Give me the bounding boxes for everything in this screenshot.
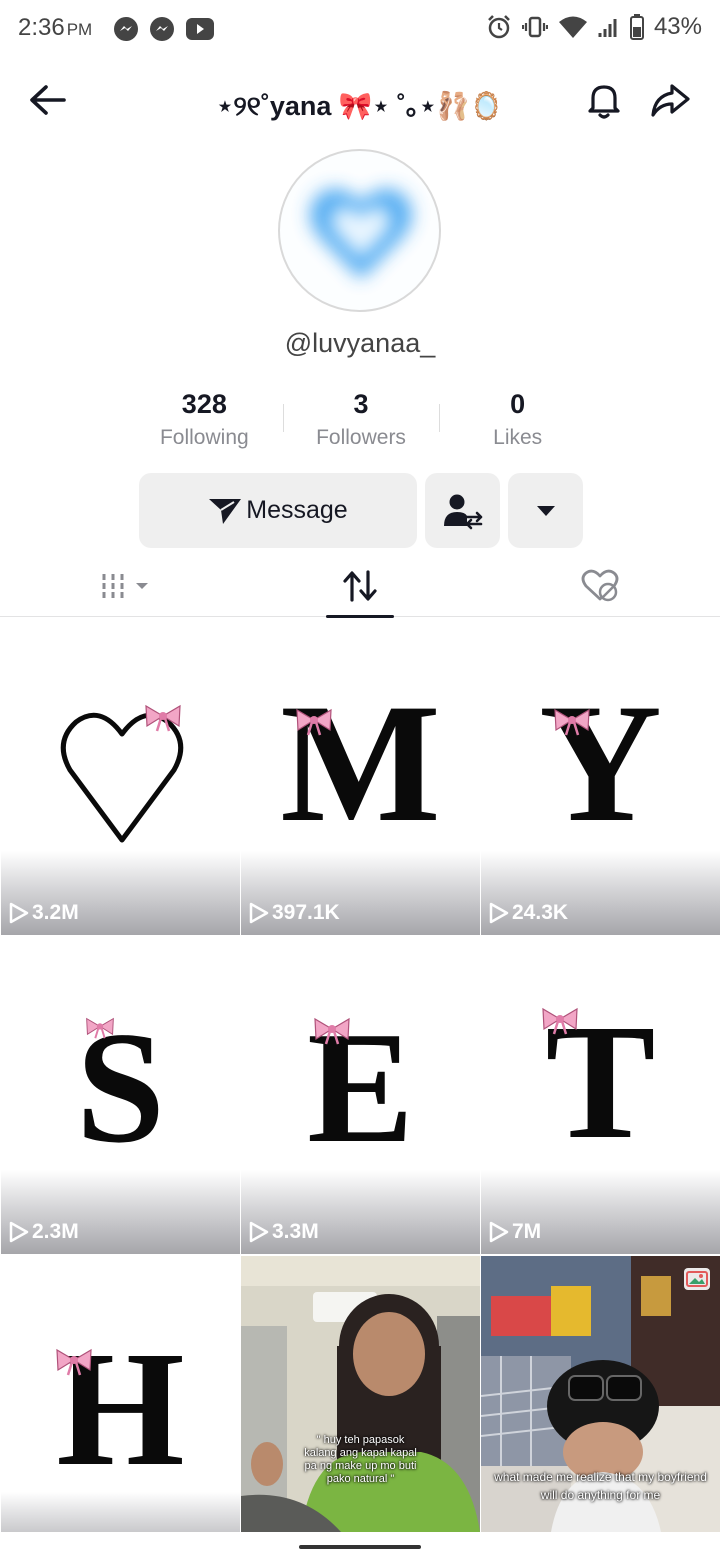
tile-letter: M — [280, 669, 441, 857]
stat-label: Likes — [493, 426, 543, 449]
send-icon — [209, 498, 242, 524]
caret-down-icon — [536, 505, 555, 516]
stat-value: 328 — [181, 389, 227, 419]
tab-liked[interactable] — [578, 563, 622, 609]
stat-following[interactable]: 328 Following — [126, 388, 283, 458]
more-options-dropdown[interactable] — [508, 473, 583, 548]
photo-mode-icon — [684, 1268, 710, 1290]
video-caption: what made me realize that my boyfriend w… — [494, 1470, 707, 1502]
message-button[interactable]: Message — [139, 473, 417, 548]
tab-videos[interactable] — [96, 563, 156, 609]
profile-stats: 328 Following 3 Followers 0 Likes — [126, 388, 596, 458]
tile-letter: S — [76, 998, 165, 1176]
video-tile[interactable]: H — [1, 1256, 240, 1532]
stat-likes[interactable]: 0 Likes — [439, 388, 596, 458]
home-indicator[interactable] — [299, 1545, 421, 1549]
share-arrow-icon — [651, 84, 690, 117]
bell-icon — [588, 85, 620, 119]
status-bar: 2:36 PM 43% — [0, 0, 720, 58]
stat-followers[interactable]: 3 Followers — [282, 388, 440, 458]
username-handle: @luvyanaa_ — [284, 328, 436, 358]
messenger-icon — [150, 17, 174, 41]
signal-icon — [598, 19, 617, 37]
play-icon — [489, 1221, 509, 1243]
profile-actions: Message — [139, 473, 583, 548]
back-arrow-icon — [30, 85, 66, 115]
avatar[interactable] — [278, 149, 441, 312]
tile-letter: E — [307, 998, 414, 1176]
bow-icon — [296, 708, 332, 736]
messenger-icon — [114, 17, 138, 41]
profile-tabs — [0, 555, 720, 618]
view-count: 3.2M — [9, 901, 79, 925]
video-tile[interactable]: " huy teh papasok kalang ang kapal kapal… — [241, 1256, 480, 1532]
play-icon — [9, 902, 29, 924]
play-icon — [489, 902, 509, 924]
wifi-icon — [558, 16, 587, 38]
video-tile[interactable]: 3.2M — [1, 618, 240, 935]
bow-icon — [542, 1007, 578, 1035]
notification-button[interactable] — [582, 78, 626, 122]
video-tile[interactable]: E 3.3M — [241, 937, 480, 1254]
tile-letter: H — [56, 1317, 185, 1500]
video-caption: " huy teh papasok kalang ang kapal kapal… — [304, 1434, 417, 1485]
stat-value: 3 — [353, 389, 369, 419]
share-button[interactable] — [648, 78, 692, 122]
view-count: 2.3M — [9, 1220, 79, 1244]
alarm-icon — [488, 15, 510, 39]
play-icon — [249, 902, 269, 924]
view-count: 397.1K — [249, 901, 340, 925]
tab-reposts[interactable] — [326, 563, 394, 618]
friend-status-button[interactable] — [425, 473, 500, 548]
stat-label: Following — [159, 426, 249, 449]
video-tile[interactable]: Y 24.3K — [481, 618, 720, 935]
bow-icon — [314, 1017, 350, 1045]
tile-letter: T — [545, 990, 656, 1173]
bow-icon — [145, 704, 181, 732]
view-count: 7M — [489, 1220, 541, 1244]
battery-icon — [629, 14, 644, 40]
video-tile[interactable]: S 2.3M — [1, 937, 240, 1254]
bow-icon — [554, 708, 590, 736]
page-title: ⋆୨୧˚yana 🎀⋆ ˚｡⋆🩰🪞 — [216, 91, 504, 121]
play-icon — [249, 1221, 269, 1243]
bow-icon — [86, 1017, 114, 1039]
stat-label: Followers — [316, 426, 406, 449]
profile-header: ⋆୨୧˚yana 🎀⋆ ˚｡⋆🩰🪞 — [0, 70, 720, 130]
video-tile[interactable]: what made me realize that my boyfriend w… — [481, 1256, 720, 1532]
status-time: 2:36 PM — [18, 14, 93, 41]
battery-percent: 43% — [653, 13, 702, 40]
message-button-label: Message — [246, 496, 348, 524]
view-count: 24.3K — [489, 901, 568, 925]
video-thumbnail-image — [241, 1256, 480, 1532]
video-tile[interactable]: T 7M — [481, 937, 720, 1254]
view-count: 3.3M — [249, 1220, 319, 1244]
vibrate-icon — [521, 16, 548, 38]
video-tile[interactable]: M 397.1K — [241, 618, 480, 935]
tile-letter: Y — [539, 669, 662, 857]
hidden-likes-icon — [581, 569, 619, 602]
back-button[interactable] — [26, 80, 70, 120]
user-swap-icon — [443, 494, 482, 529]
bow-icon — [56, 1348, 92, 1376]
play-icon — [9, 1221, 29, 1243]
stat-value: 0 — [510, 389, 526, 419]
repost-icon — [343, 570, 377, 602]
youtube-icon — [186, 18, 214, 40]
video-grid-icon — [102, 574, 148, 598]
